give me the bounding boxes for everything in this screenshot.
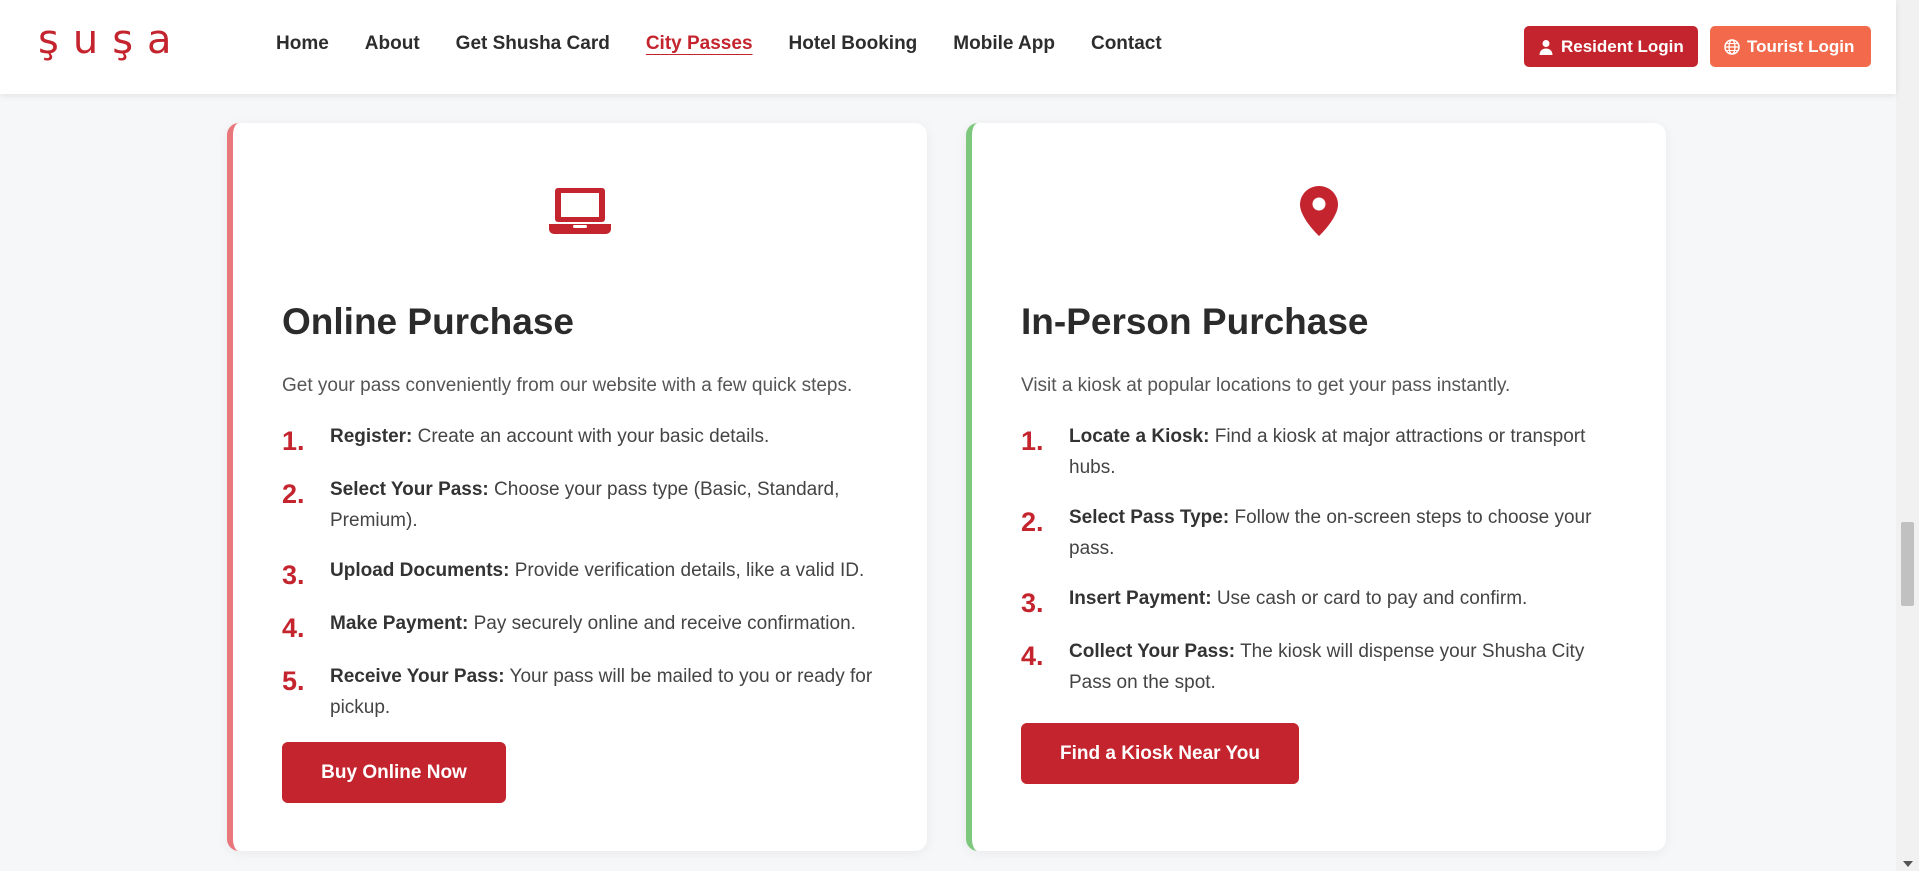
step-label: Select Your Pass: [330, 479, 489, 500]
in-person-purchase-title: In-Person Purchase [1021, 301, 1369, 342]
map-pin-icon [1287, 179, 1351, 243]
list-item: 3. Insert Payment: Use cash or card to p… [1021, 583, 1631, 617]
find-kiosk-button[interactable]: Find a Kiosk Near You [1021, 723, 1299, 784]
step-number: 5. [282, 666, 305, 696]
tourist-login-label: Tourist Login [1747, 36, 1855, 56]
list-item: 2. Select Pass Type: Follow the on-scree… [1021, 502, 1631, 564]
buy-online-button[interactable]: Buy Online Now [282, 742, 506, 803]
nav-about[interactable]: About [365, 33, 420, 55]
step-number: 4. [282, 613, 305, 643]
online-purchase-card: Online Purchase Get your pass convenient… [227, 123, 927, 851]
in-person-steps-list: 1. Locate a Kiosk: Find a kiosk at major… [1021, 421, 1631, 717]
step-label: Insert Payment: [1069, 588, 1212, 609]
online-purchase-title: Online Purchase [282, 301, 574, 342]
step-label: Select Pass Type: [1069, 507, 1230, 528]
resident-login-button[interactable]: Resident Login [1524, 26, 1698, 67]
step-text: Create an account with your basic detail… [412, 426, 770, 447]
step-label: Upload Documents: [330, 560, 510, 581]
online-steps-list: 1. Register: Create an account with your… [282, 421, 892, 742]
step-text: Provide verification details, like a val… [509, 560, 865, 581]
step-label: Make Payment: [330, 613, 469, 634]
list-item: 3. Upload Documents: Provide verificatio… [282, 555, 892, 589]
step-text: Use cash or card to pay and confirm. [1211, 588, 1528, 609]
nav-mobile-app[interactable]: Mobile App [953, 33, 1055, 55]
step-number: 2. [1021, 507, 1044, 537]
globe-icon [1724, 38, 1740, 55]
main-nav: Home About Get Shusha Card City Passes H… [276, 33, 1198, 55]
list-item: 1. Locate a Kiosk: Find a kiosk at major… [1021, 421, 1631, 483]
in-person-purchase-description: Visit a kiosk at popular locations to ge… [1021, 375, 1511, 396]
site-logo[interactable]: şuşa [38, 17, 186, 63]
step-number: 1. [1021, 426, 1044, 456]
step-label: Collect Your Pass: [1069, 641, 1236, 662]
logo-text: şuşa [38, 17, 186, 63]
scroll-down-arrow-icon[interactable] [1903, 861, 1913, 867]
step-number: 2. [282, 479, 305, 509]
step-text: Pay securely online and receive confirma… [468, 613, 856, 634]
nav-home[interactable]: Home [276, 33, 329, 55]
step-label: Register: [330, 426, 413, 447]
nav-hotel-booking[interactable]: Hotel Booking [789, 33, 918, 55]
list-item: 1. Register: Create an account with your… [282, 421, 892, 455]
scrollbar-thumb[interactable] [1901, 522, 1914, 606]
page-scrollbar[interactable] [1896, 0, 1919, 871]
list-item: 2. Select Your Pass: Choose your pass ty… [282, 474, 892, 536]
step-number: 1. [282, 426, 305, 456]
list-item: 4. Make Payment: Pay securely online and… [282, 608, 892, 642]
list-item: 5. Receive Your Pass: Your pass will be … [282, 661, 892, 723]
nav-city-passes[interactable]: City Passes [646, 33, 753, 55]
online-purchase-description: Get your pass conveniently from our webs… [282, 375, 853, 396]
step-label: Receive Your Pass: [330, 666, 505, 687]
nav-contact[interactable]: Contact [1091, 33, 1162, 55]
nav-get-shusha-card[interactable]: Get Shusha Card [456, 33, 610, 55]
step-number: 3. [282, 560, 305, 590]
step-number: 3. [1021, 588, 1044, 618]
tourist-login-button[interactable]: Tourist Login [1710, 26, 1871, 67]
laptop-icon [548, 179, 612, 243]
step-number: 4. [1021, 641, 1044, 671]
list-item: 4. Collect Your Pass: The kiosk will dis… [1021, 636, 1631, 698]
resident-login-label: Resident Login [1561, 36, 1684, 56]
in-person-purchase-card: In-Person Purchase Visit a kiosk at popu… [966, 123, 1666, 851]
site-header: şuşa Home About Get Shusha Card City Pas… [0, 0, 1896, 94]
step-label: Locate a Kiosk: [1069, 426, 1210, 447]
user-icon [1539, 39, 1553, 55]
